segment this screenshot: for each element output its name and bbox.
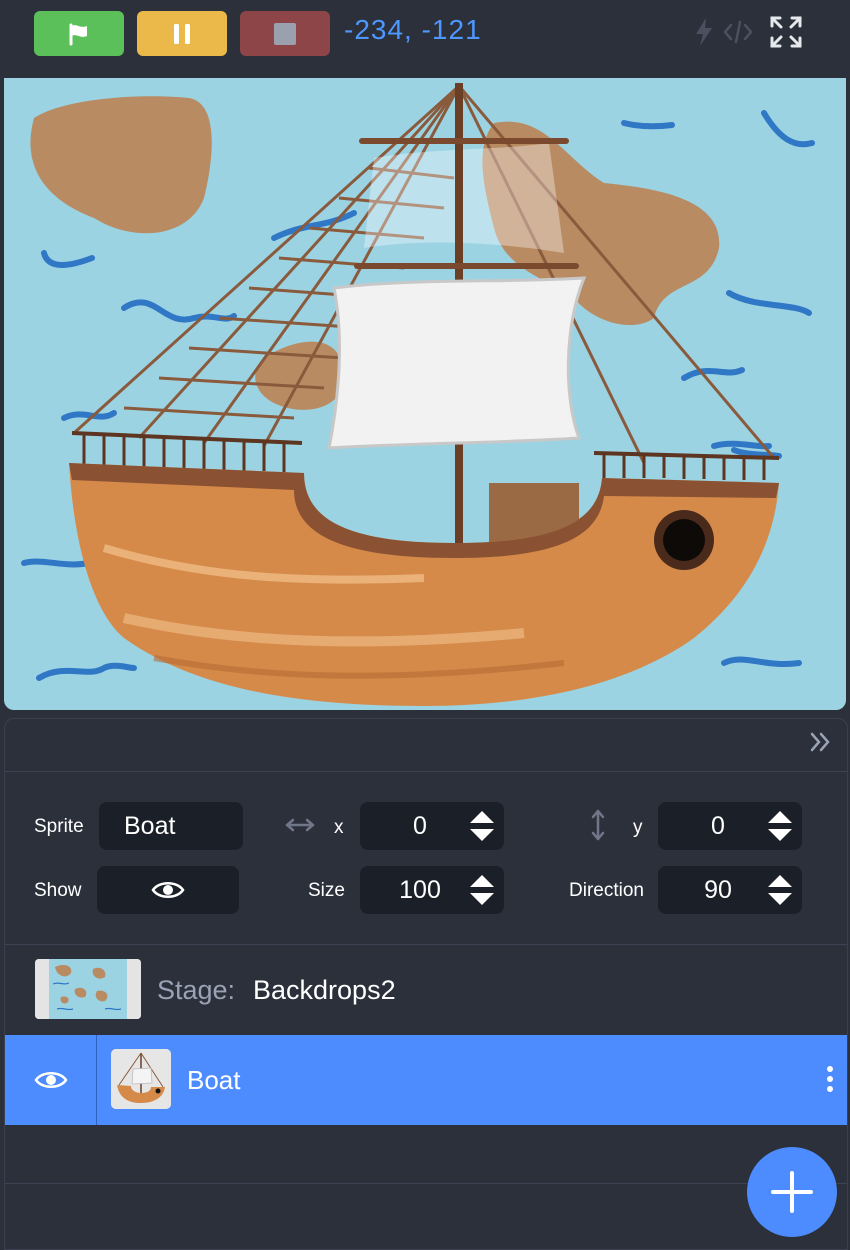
direction-label: Direction	[569, 880, 644, 901]
fullscreen-icon	[770, 16, 802, 48]
sprite-more-options-icon[interactable]	[827, 1066, 833, 1096]
mouse-coordinates: -234, -121	[344, 14, 482, 45]
sprite-name-value: Boat	[124, 811, 176, 840]
pause-icon	[174, 23, 190, 44]
x-position-field[interactable]: 0	[360, 802, 504, 850]
sprite-list-item[interactable]: Boat	[5, 1035, 847, 1125]
sprite-name-field[interactable]: Boat	[99, 802, 243, 850]
flag-icon	[69, 23, 87, 45]
x-position-value: 0	[413, 811, 427, 840]
x-axis-icon	[285, 811, 315, 842]
add-sprite-button[interactable]	[747, 1147, 837, 1237]
y-label: y	[633, 817, 643, 838]
sprite-info-panel: Sprite Boat x 0 y 0 Show Size 100 Direct…	[4, 718, 848, 1250]
stage-canvas[interactable]	[4, 78, 846, 710]
stop-button[interactable]	[240, 11, 330, 56]
fullscreen-button[interactable]	[767, 14, 805, 50]
x-label: x	[334, 817, 344, 838]
y-axis-icon	[588, 809, 608, 848]
size-stepper-icon[interactable]	[470, 875, 494, 905]
code-icon	[723, 20, 753, 44]
y-position-field[interactable]: 0	[658, 802, 802, 850]
show-label: Show	[34, 880, 82, 901]
eye-icon	[151, 882, 185, 898]
size-field[interactable]: 100	[360, 866, 504, 914]
sprite-label: Sprite	[34, 816, 84, 837]
sprite-thumbnail	[111, 1049, 171, 1109]
x-stepper-icon[interactable]	[470, 811, 494, 841]
y-stepper-icon[interactable]	[768, 811, 792, 841]
turbo-mode-button[interactable]	[690, 14, 718, 50]
size-value: 100	[399, 875, 441, 904]
toolbar: -234, -121	[0, 0, 850, 72]
pause-button[interactable]	[137, 11, 227, 56]
sprite-visibility-toggle[interactable]	[5, 1035, 97, 1125]
direction-field[interactable]: 90	[658, 866, 802, 914]
stage-selector-row[interactable]: Stage: Backdrops2	[5, 945, 847, 1035]
collapse-chevrons-icon[interactable]	[809, 731, 833, 760]
stage-label: Stage:	[157, 975, 236, 1005]
code-view-button[interactable]	[720, 14, 756, 50]
visibility-toggle[interactable]	[97, 866, 239, 914]
direction-stepper-icon[interactable]	[768, 875, 792, 905]
panel-header	[5, 719, 847, 772]
stop-icon	[274, 22, 296, 45]
stage-thumbnail	[35, 959, 141, 1019]
divider	[5, 1183, 847, 1184]
plus-icon	[771, 1171, 813, 1213]
direction-value: 90	[704, 875, 732, 904]
eye-icon	[33, 1072, 68, 1088]
backdrop-name: Backdrops2	[253, 975, 396, 1005]
green-flag-button[interactable]	[34, 11, 124, 56]
lightning-icon	[696, 18, 712, 46]
stage-artwork	[21, 83, 815, 706]
sprite-list-name: Boat	[187, 1065, 241, 1095]
size-label: Size	[308, 880, 345, 901]
y-position-value: 0	[711, 811, 725, 840]
